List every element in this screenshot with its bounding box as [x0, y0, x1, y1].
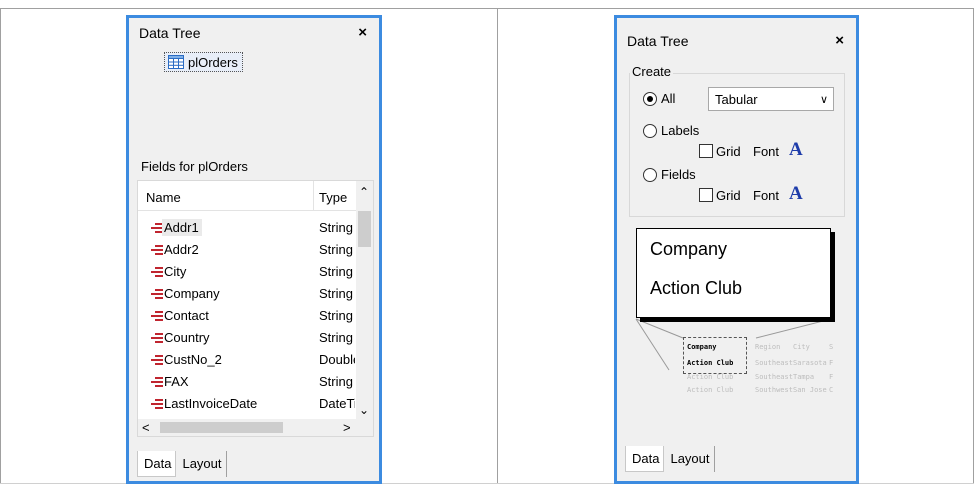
radio-fields[interactable]	[643, 168, 657, 182]
layout-preview: Company Action Club Company Region City …	[631, 228, 841, 408]
scroll-right-icon[interactable]: >	[343, 420, 351, 435]
field-row[interactable]: City String	[138, 261, 358, 283]
field-type: String	[319, 220, 353, 235]
data-tree-panel-create: Data Tree × Create All Tabular ∨ Labels …	[614, 15, 859, 484]
tab-data[interactable]: Data	[137, 451, 177, 477]
mini-cell: Tampa	[793, 373, 815, 381]
fields-list[interactable]: Name Type Addr1 String Addr2 String City Stri…	[137, 180, 374, 437]
column-header-name[interactable]: Name	[146, 190, 181, 205]
scroll-thumb[interactable]	[358, 211, 371, 247]
scroll-down-icon[interactable]: ⌄	[359, 403, 369, 417]
preview-heading: Company	[650, 239, 728, 259]
panel-title: Data Tree	[139, 25, 201, 41]
field-name: FAX	[164, 374, 189, 389]
radio-all-label: All	[661, 91, 676, 106]
fields-grid-label: Grid	[716, 188, 741, 203]
hscroll-thumb[interactable]	[160, 422, 283, 433]
tab-data[interactable]: Data	[625, 446, 665, 472]
field-type: DateTime	[319, 396, 355, 411]
field-type: String	[319, 374, 353, 389]
mini-cell: F	[829, 373, 834, 381]
field-type: String	[319, 308, 353, 323]
field-row[interactable]: CustNo_2 Double	[138, 349, 358, 371]
mini-header-company: Company	[687, 343, 717, 351]
field-name: LastInvoiceDate	[164, 396, 258, 411]
mini-cell: C	[829, 386, 834, 394]
field-name: CustNo_2	[164, 352, 222, 367]
panel-tabs: Data Layout	[137, 451, 227, 477]
mini-cell: Southeast	[755, 373, 793, 381]
field-type: String	[319, 242, 353, 257]
field-type: String	[319, 286, 353, 301]
horizontal-scrollbar[interactable]: < >	[138, 419, 373, 436]
column-header-type[interactable]: Type	[319, 190, 347, 205]
fields-grid-checkbox[interactable]	[699, 188, 713, 202]
field-row[interactable]: Country String	[138, 327, 358, 349]
table-border-left	[0, 8, 1, 484]
field-name: Addr1	[162, 219, 202, 236]
layout-select-value: Tabular	[715, 92, 758, 107]
preview-label-card: Company Action Club	[636, 228, 831, 318]
table-border-middle	[497, 8, 498, 484]
layout-select[interactable]: Tabular ∨	[708, 87, 834, 111]
mini-cell: Southwest	[755, 386, 793, 394]
mini-cell: Southeast	[755, 359, 793, 367]
mini-cell: Action Club	[687, 373, 734, 381]
field-name: City	[164, 264, 187, 279]
field-row[interactable]: LastInvoiceDate DateTime	[138, 393, 358, 415]
close-button[interactable]: ×	[358, 24, 367, 41]
mini-cell: Action Club	[687, 386, 734, 394]
radio-labels[interactable]	[643, 124, 657, 138]
title-bar: Data Tree ×	[617, 18, 856, 49]
field-row[interactable]: Contact String	[138, 305, 358, 327]
field-row[interactable]: Company String	[138, 283, 358, 305]
list-header: Name Type	[138, 181, 358, 211]
field-row[interactable]: Addr1 String	[138, 217, 358, 239]
field-type: String	[319, 264, 353, 279]
close-button[interactable]: ×	[835, 32, 844, 49]
tree-node-plorders[interactable]: plOrders	[164, 52, 243, 72]
table-icon	[168, 55, 184, 69]
fields-font-icon[interactable]: A	[789, 183, 803, 205]
field-type: String	[319, 330, 353, 345]
mini-header-region: Region	[755, 343, 781, 351]
field-row[interactable]: Addr2 String	[138, 239, 358, 261]
fields-font-label: Font	[753, 188, 780, 203]
labels-grid-checkbox[interactable]	[699, 144, 713, 158]
labels-font-icon[interactable]: A	[789, 139, 803, 161]
field-name: Country	[164, 330, 210, 345]
tab-layout[interactable]: Layout	[176, 451, 227, 477]
field-name: Addr2	[164, 242, 199, 257]
labels-font-label: Font	[753, 144, 780, 159]
create-group-label: Create	[630, 64, 674, 79]
column-divider[interactable]	[313, 181, 314, 211]
fields-title: Fields for plOrders	[141, 159, 248, 174]
labels-grid-label: Grid	[716, 144, 741, 159]
title-bar: Data Tree ×	[129, 18, 379, 46]
field-type: Double	[319, 352, 355, 367]
panel-tabs: Data Layout	[625, 446, 715, 472]
mini-header-state: S	[829, 343, 834, 351]
radio-labels-label: Labels	[661, 123, 700, 138]
panel-title: Data Tree	[627, 33, 689, 49]
preview-value: Action Club	[650, 278, 743, 298]
data-tree-panel-fields: Data Tree × plOrders Fields for plOrders…	[126, 15, 382, 484]
mini-cell: Sarasota	[793, 359, 827, 367]
scroll-up-icon[interactable]: ⌃	[359, 185, 369, 199]
mini-cell: San Jose	[793, 386, 827, 394]
chevron-down-icon: ∨	[819, 94, 828, 106]
mini-cell: Action Club	[687, 359, 734, 367]
scroll-left-icon[interactable]: <	[142, 420, 150, 435]
mini-header-city: City	[793, 343, 810, 351]
mini-cell: F	[829, 359, 834, 367]
field-name: Contact	[164, 308, 209, 323]
field-row[interactable]: FAX String	[138, 371, 358, 393]
vertical-scrollbar[interactable]: ⌃ ⌄	[356, 181, 373, 421]
field-name: Company	[164, 286, 220, 301]
radio-fields-label: Fields	[661, 167, 696, 182]
tab-layout[interactable]: Layout	[664, 446, 715, 472]
tree-node-label: plOrders	[188, 54, 238, 70]
table-border-top	[0, 8, 974, 9]
radio-all[interactable]	[643, 92, 657, 106]
